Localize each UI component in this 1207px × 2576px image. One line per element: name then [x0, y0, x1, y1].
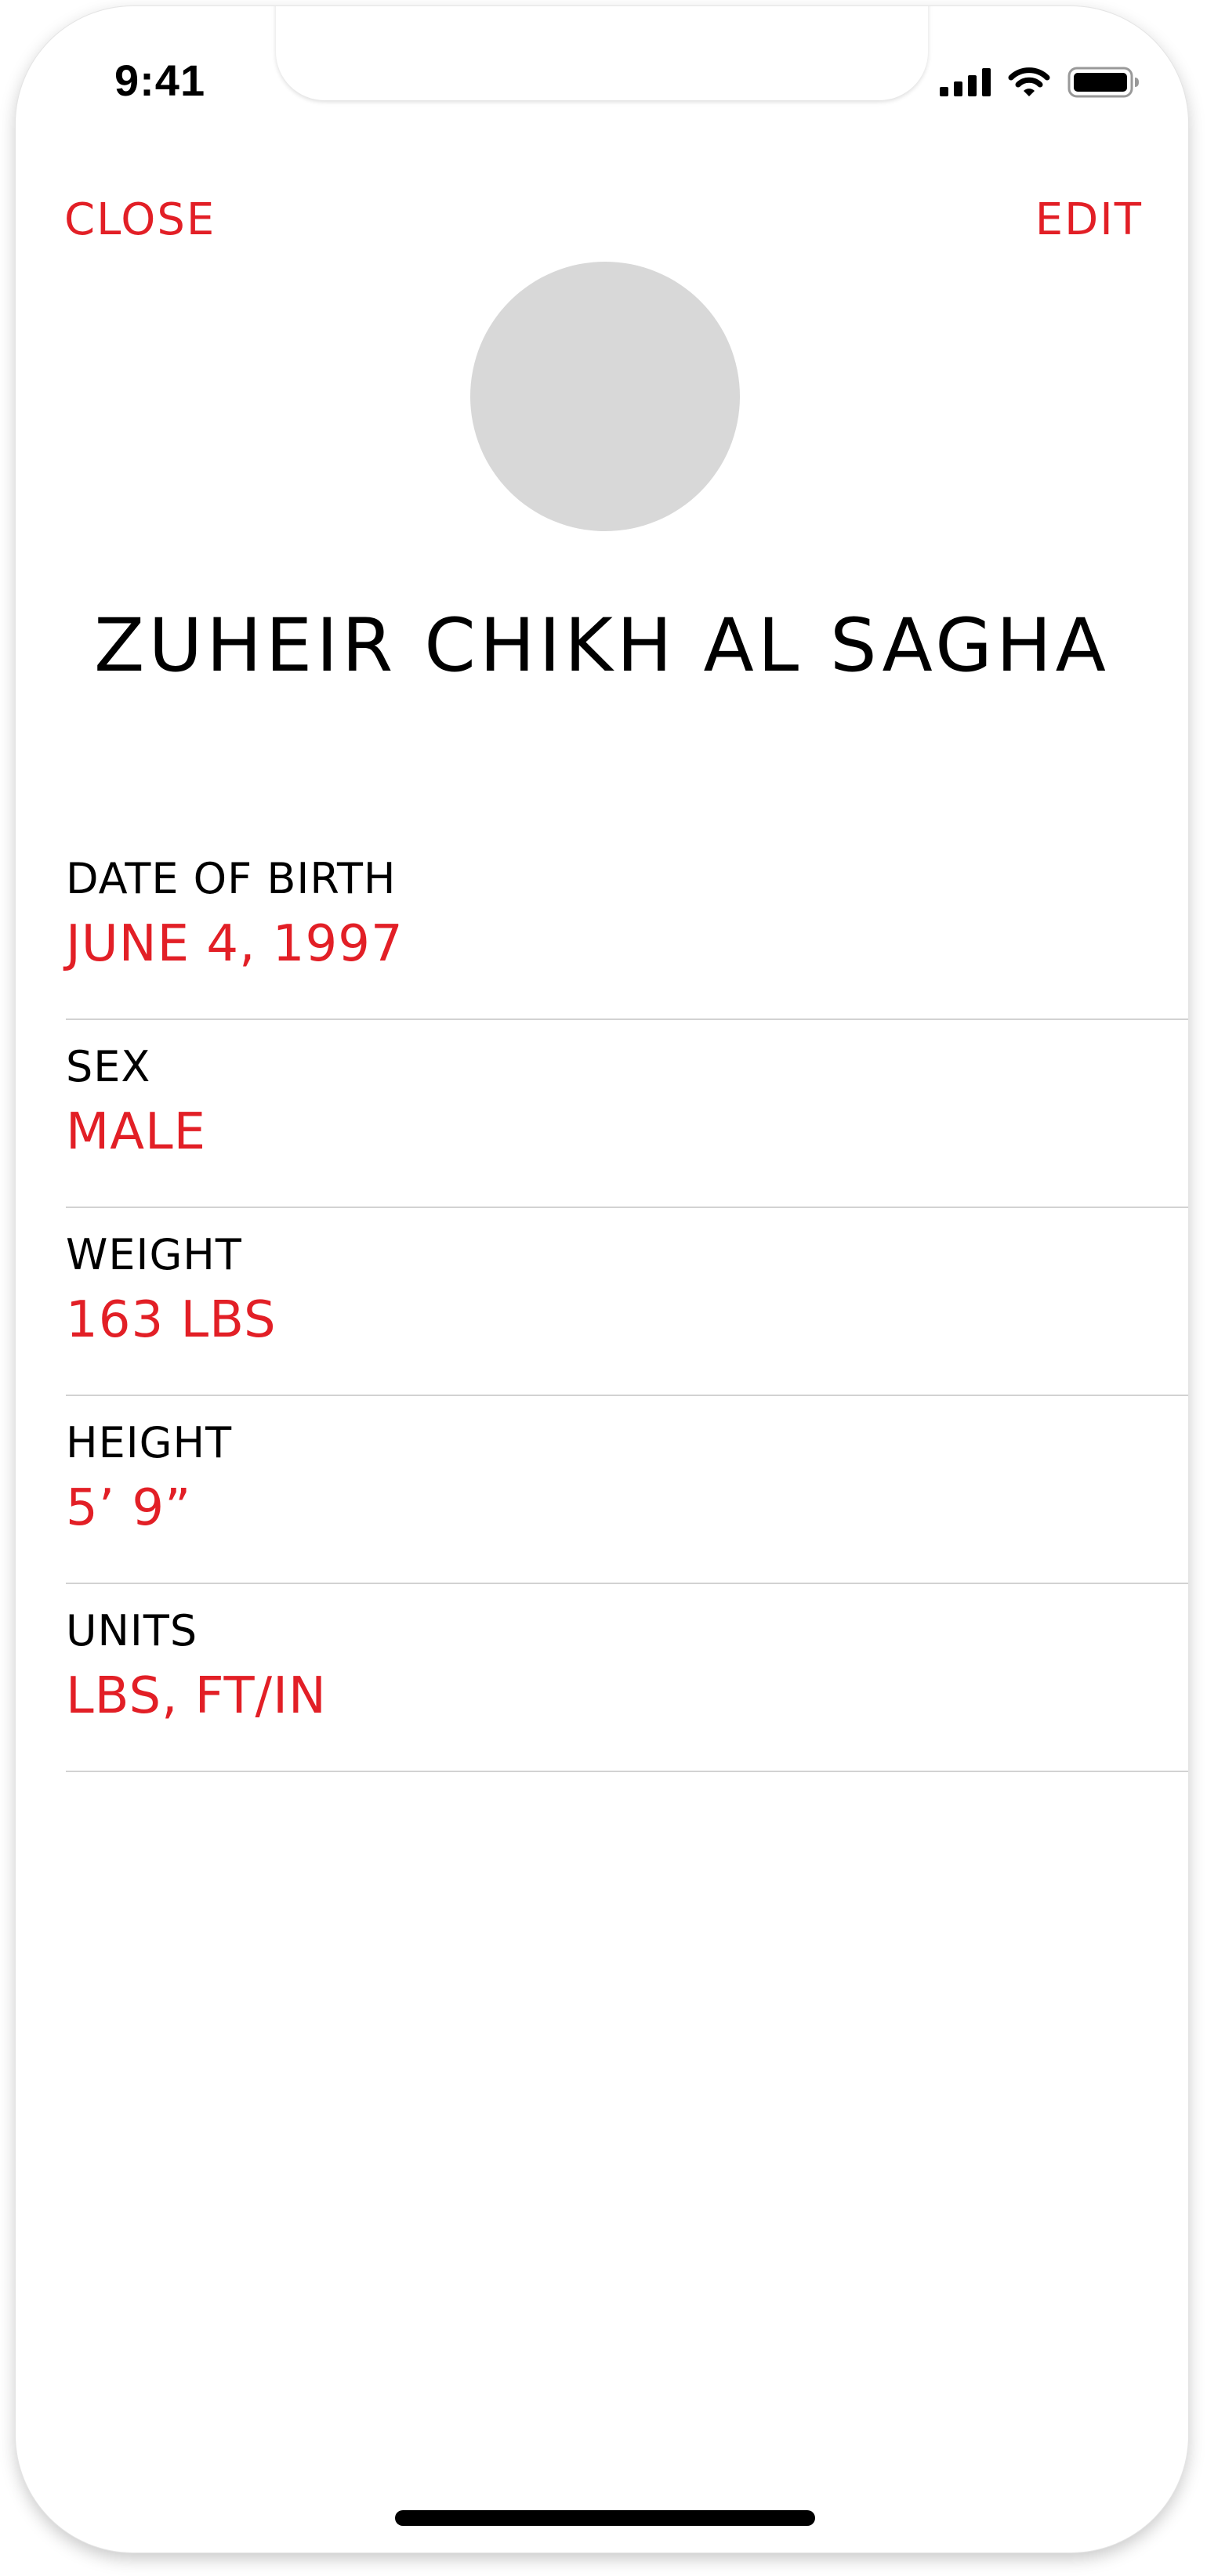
- close-button[interactable]: CLOSE: [64, 194, 216, 245]
- field-value: MALE: [66, 1103, 207, 1161]
- field-row-height[interactable]: HEIGHT 5’ 9”: [66, 1395, 1188, 1584]
- phone-screen: 9:41 CLOSE EDIT ZUHEIR CHIKH AL SAGHA DA…: [16, 6, 1188, 2552]
- field-value: JUNE 4, 1997: [66, 915, 404, 973]
- home-indicator[interactable]: [395, 2510, 815, 2526]
- field-row-date-of-birth[interactable]: DATE OF BIRTH JUNE 4, 1997: [66, 830, 1188, 1020]
- status-time: 9:41: [114, 56, 206, 105]
- avatar[interactable]: [470, 262, 740, 531]
- field-label: DATE OF BIRTH: [66, 854, 397, 903]
- field-label: SEX: [66, 1042, 151, 1091]
- field-label: WEIGHT: [66, 1230, 242, 1279]
- field-row-weight[interactable]: WEIGHT 163 LBS: [66, 1207, 1188, 1396]
- field-value: 163 LBS: [66, 1291, 277, 1349]
- field-value: LBS, FT/IN: [66, 1667, 327, 1725]
- device-notch: [276, 6, 928, 100]
- cellular-signal-icon: [940, 68, 991, 96]
- field-row-units[interactable]: UNITS LBS, FT/IN: [66, 1583, 1188, 1772]
- edit-button[interactable]: EDIT: [1035, 194, 1143, 245]
- field-value: 5’ 9”: [66, 1479, 192, 1537]
- status-icons: [940, 66, 1140, 99]
- field-label: UNITS: [66, 1606, 198, 1655]
- wifi-icon: [1008, 67, 1050, 96]
- field-label: HEIGHT: [66, 1418, 233, 1467]
- battery-icon: [1067, 67, 1139, 98]
- field-row-sex[interactable]: SEX MALE: [66, 1018, 1188, 1208]
- profile-name: ZUHEIR CHIKH AL SAGHA: [94, 603, 1110, 689]
